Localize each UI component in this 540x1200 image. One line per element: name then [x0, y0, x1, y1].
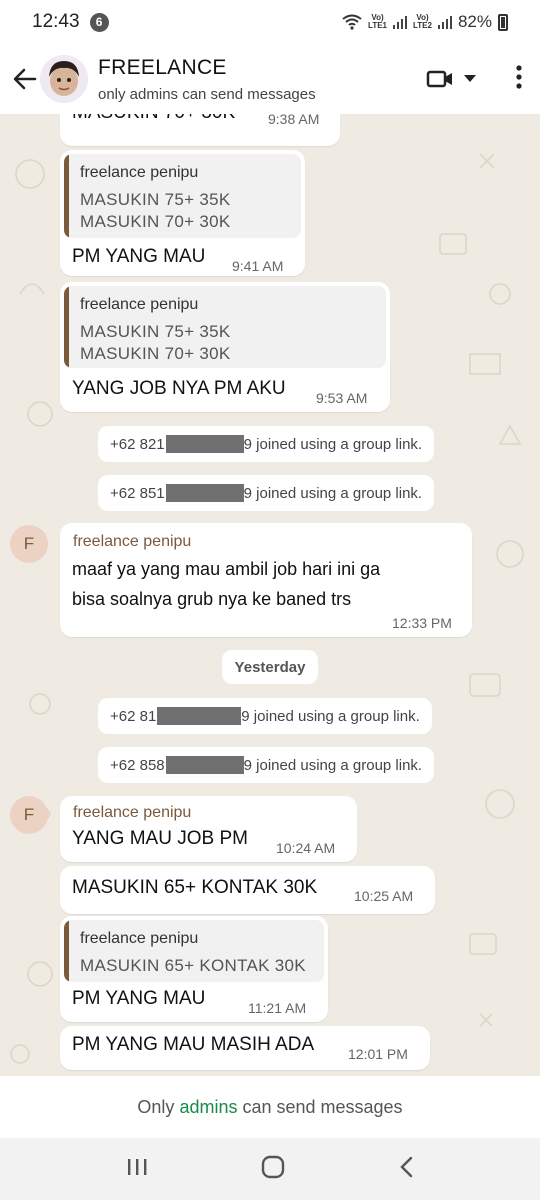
clock: 12:43 [32, 11, 80, 32]
message-text: bisa soalnya grub nya ke baned trs [72, 589, 352, 609]
group-info[interactable]: FREELANCE only admins can send messages [98, 56, 316, 103]
phone-prefix: +62 821 [110, 435, 165, 453]
message-text: MASUKIN 65+ KONTAK 30K [72, 877, 318, 898]
date-separator: Yesterday [222, 650, 318, 684]
home-icon [261, 1155, 285, 1178]
message-bubble[interactable]: PM YANG MAU MASIH ADA 12:01 PM [60, 1026, 430, 1070]
message-text: YANG MAU JOB PM [72, 828, 248, 849]
sender-name[interactable]: freelance penipu [73, 804, 191, 822]
signal-icon [437, 15, 452, 29]
message-text: maaf ya yang mau ambil job hari ini ga [72, 559, 381, 579]
quote-bar [64, 286, 69, 368]
battery-percent: 82% [457, 12, 492, 31]
redacted-number [165, 484, 244, 502]
join-text: 9 joined using a group link. [243, 756, 423, 774]
sender-avatar[interactable]: F [10, 796, 48, 834]
nav-back-icon [399, 1156, 412, 1177]
sim2-volte-icon: Vo) LTE2 [413, 13, 432, 30]
message-bubble[interactable]: freelance penipu maaf ya yang mau ambil … [60, 523, 472, 637]
notification-count-badge: 6 [89, 12, 109, 32]
message-time: 10:24 AM [276, 840, 336, 856]
quote-bar [64, 920, 69, 982]
recents-icon [128, 1158, 147, 1175]
message-time: 9:38 AM [268, 114, 320, 127]
sender-avatar[interactable]: F [10, 525, 48, 563]
message-time: 12:33 PM [392, 615, 452, 631]
join-text: 9 joined using a group link. [243, 435, 423, 453]
redacted-number [157, 707, 242, 725]
video-call-icon [426, 70, 452, 88]
message-text: PM YANG MAU [72, 246, 206, 267]
dropdown-caret-icon [464, 75, 476, 82]
chat-header: FREELANCE only admins can send messages [0, 44, 540, 114]
phone-prefix: +62 858 [110, 756, 165, 774]
quote-line: MASUKIN 75+ 35K [80, 322, 231, 341]
message-bubble[interactable]: freelance penipu YANG MAU JOB PM 10:24 A… [60, 796, 357, 862]
redacted-number [165, 756, 244, 774]
quote-line: MASUKIN 70+ 30K [80, 344, 231, 363]
more-options-icon [516, 64, 522, 89]
status-bar: 12:43 6 Vo) LTE1 Vo) LTE2 82% [0, 0, 540, 44]
system-message-joined: +62 81 9 joined using a group link. [98, 698, 432, 734]
message-text: PM YANG MAU [72, 988, 206, 1009]
phone-prefix: +62 81 [110, 707, 157, 725]
message-time: 9:41 AM [232, 258, 284, 274]
quoted-message[interactable]: freelance penipu MASUKIN 75+ 35K MASUKIN… [64, 154, 301, 238]
wifi-icon [342, 14, 362, 30]
admin-only-notice: Only admins can send messages [0, 1076, 540, 1138]
join-text: 9 joined using a group link. [241, 707, 420, 725]
chat-area[interactable]: MASUKIN 70+ 30K 9:38 AM freelance penipu… [0, 114, 540, 1076]
status-icons: Vo) LTE1 Vo) LTE2 82% [342, 12, 508, 32]
sender-name[interactable]: freelance penipu [73, 533, 191, 551]
quote-author: freelance penipu [80, 164, 199, 181]
sim1-volte-icon: Vo) LTE1 [368, 13, 387, 30]
notice-text-pre: Only [137, 1096, 175, 1117]
phone-prefix: +62 851 [110, 484, 165, 502]
message-bubble[interactable]: freelance penipu MASUKIN 65+ KONTAK 30K … [60, 916, 328, 1022]
nav-back-button[interactable] [398, 1156, 414, 1183]
message-time: 11:21 AM [248, 1000, 307, 1016]
group-subtitle: only admins can send messages [98, 85, 316, 103]
battery-icon [498, 13, 508, 31]
system-message-joined: +62 851 9 joined using a group link. [98, 475, 435, 511]
quote-author: freelance penipu [80, 930, 199, 947]
back-arrow-icon [13, 68, 37, 90]
system-message-joined: +62 821 9 joined using a group link. [98, 426, 435, 462]
message-text: YANG JOB NYA PM AKU [72, 378, 286, 399]
quoted-message[interactable]: freelance penipu MASUKIN 65+ KONTAK 30K [64, 920, 324, 982]
system-nav-bar [0, 1138, 540, 1200]
message-text: MASUKIN 70+ 30K [72, 114, 235, 124]
message-bubble[interactable]: freelance penipu MASUKIN 75+ 35K MASUKIN… [60, 282, 390, 412]
quote-author: freelance penipu [80, 296, 199, 313]
group-title: FREELANCE [98, 55, 227, 79]
home-button[interactable] [261, 1155, 285, 1184]
group-avatar[interactable] [40, 55, 88, 103]
more-options-button[interactable] [516, 64, 522, 94]
quote-line: MASUKIN 65+ KONTAK 30K [80, 956, 306, 975]
message-time: 9:53 AM [316, 390, 368, 406]
message-bubble[interactable]: MASUKIN 70+ 30K 9:38 AM [60, 114, 340, 146]
signal-icon [393, 15, 407, 29]
message-time: 12:01 PM [348, 1046, 408, 1062]
quote-line: MASUKIN 70+ 30K [80, 212, 231, 231]
video-call-button[interactable] [426, 68, 476, 90]
system-message-joined: +62 858 9 joined using a group link. [98, 747, 435, 783]
group-avatar-image [40, 55, 88, 103]
message-text: PM YANG MAU MASIH ADA [72, 1034, 315, 1055]
quoted-message[interactable]: freelance penipu MASUKIN 75+ 35K MASUKIN… [64, 286, 386, 368]
admins-link[interactable]: admins [179, 1097, 237, 1118]
redacted-number [165, 435, 244, 453]
message-time: 10:25 AM [354, 888, 414, 904]
quote-line: MASUKIN 75+ 35K [80, 190, 231, 209]
message-bubble[interactable]: MASUKIN 65+ KONTAK 30K 10:25 AM [60, 866, 435, 914]
notice-text-post: can send messages [242, 1096, 403, 1117]
join-text: 9 joined using a group link. [243, 484, 423, 502]
quote-bar [64, 154, 69, 238]
recents-button[interactable] [126, 1157, 148, 1182]
message-bubble[interactable]: freelance penipu MASUKIN 75+ 35K MASUKIN… [60, 150, 305, 276]
